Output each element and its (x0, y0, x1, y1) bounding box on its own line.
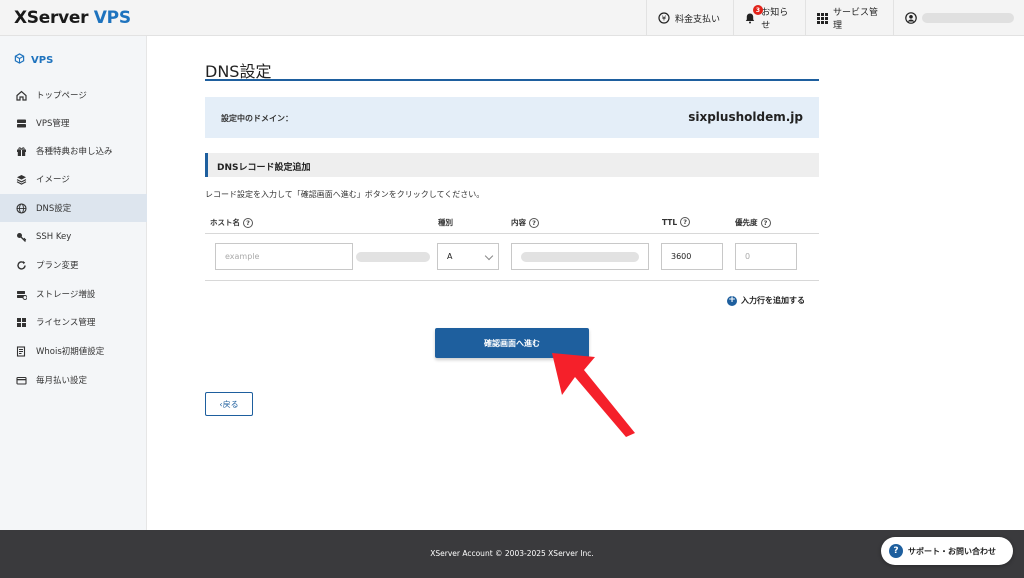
record-type-value: A (447, 252, 453, 261)
column-content: 内容 ? (511, 217, 539, 228)
logo-accent-text: VPS (93, 8, 131, 28)
globe-icon (16, 202, 27, 214)
logo-main-text: XServer (14, 8, 89, 28)
domain-suffix-redacted (356, 252, 430, 262)
svg-text:¥: ¥ (661, 15, 666, 23)
sidebar-item-label: 毎月払い設定 (36, 376, 88, 386)
sidebar-item-dns-settings[interactable]: DNS設定 (0, 194, 147, 222)
key-icon (16, 232, 27, 243)
notification-count-badge: 3 (753, 5, 763, 15)
back-label: 戻る (222, 399, 239, 409)
account-name-redacted (922, 13, 1014, 23)
title-underline (205, 79, 819, 81)
record-table-header: ホスト名 ? 種別 内容 ? TTL ? 優先度 ? (205, 212, 819, 234)
ttl-input[interactable]: 3600 (661, 243, 723, 270)
sidebar-item-vps-management[interactable]: VPS管理 (0, 109, 147, 137)
sidebar-item-ssh-key[interactable]: SSH Key (0, 223, 147, 251)
help-icon[interactable]: ? (243, 217, 253, 228)
refresh-icon (16, 260, 27, 271)
sidebar-item-label: ライセンス管理 (36, 318, 96, 328)
section-heading: DNSレコード設定追加 (205, 153, 819, 177)
service-management-menu[interactable]: サービス管理 (805, 0, 893, 36)
support-contact-button[interactable]: ? サポート・お問い合わせ (881, 537, 1013, 565)
record-type-select[interactable]: A (437, 243, 499, 270)
sidebar-item-label: Whois初期値設定 (36, 347, 105, 357)
back-button[interactable]: ‹ 戻る (205, 392, 253, 416)
sidebar-item-label: VPS管理 (36, 119, 70, 129)
sidebar-title[interactable]: VPS (14, 53, 53, 67)
record-input-row: example A 3600 0 (205, 234, 819, 281)
sidebar: VPS トップページ VPS管理 各種特典お申し込み イメージ DNS設定 SS… (0, 36, 147, 530)
sidebar-title-text: VPS (31, 54, 54, 66)
card-icon (16, 375, 27, 386)
top-header: XServer VPS ¥ 料金支払い 3 お知らせ サービス管理 (0, 0, 1024, 36)
grid-icon (816, 12, 828, 25)
section-title: DNSレコード設定追加 (217, 163, 311, 173)
yen-coin-icon: ¥ (657, 12, 670, 25)
account-menu[interactable] (893, 0, 1024, 36)
notice-label: お知らせ (761, 8, 789, 31)
sidebar-item-monthly-payment[interactable]: 毎月払い設定 (0, 366, 147, 394)
column-host: ホスト名 ? (210, 217, 253, 228)
xserver-vps-logo[interactable]: XServer VPS (14, 8, 131, 28)
sidebar-item-top-page[interactable]: トップページ (0, 81, 147, 109)
notifications-menu[interactable]: 3 お知らせ (733, 0, 805, 36)
help-icon[interactable]: ? (760, 217, 771, 228)
column-priority-label: 優先度 (735, 218, 758, 227)
column-priority: 優先度 ? (735, 217, 771, 228)
priority-input[interactable]: 0 (735, 243, 797, 270)
sidebar-item-label: トップページ (36, 91, 87, 101)
question-circle-icon: ? (889, 544, 903, 558)
column-ttl-label: TTL (662, 217, 678, 227)
sidebar-item-plan-change[interactable]: プラン変更 (0, 251, 147, 279)
sidebar-item-label: ストレージ増設 (36, 290, 96, 300)
red-pointer-arrow-icon (552, 353, 635, 437)
sidebar-item-license[interactable]: ライセンス管理 (0, 308, 147, 336)
current-domain-box: 設定中のドメイン： sixplusholdem.jp (205, 97, 819, 138)
plus-circle-icon: + (727, 295, 737, 306)
cube-icon (14, 53, 25, 67)
column-type-label: 種別 (438, 218, 453, 227)
service-label: サービス管理 (833, 8, 879, 31)
payment-label: 料金支払い (675, 14, 721, 25)
sidebar-item-label: イメージ (36, 175, 70, 185)
sidebar-item-label: プラン変更 (36, 261, 79, 271)
column-ttl: TTL ? (662, 217, 691, 227)
column-content-label: 内容 (511, 218, 526, 227)
storage-icon (16, 289, 27, 300)
user-avatar-icon (904, 12, 917, 25)
host-name-input[interactable]: example (215, 243, 353, 270)
domain-value: sixplusholdem.jp (688, 110, 803, 124)
chevron-down-icon (484, 251, 494, 261)
record-content-input[interactable] (511, 243, 649, 270)
sidebar-item-label: SSH Key (36, 232, 72, 242)
sidebar-item-whois[interactable]: Whois初期値設定 (0, 337, 147, 365)
server-icon (16, 118, 27, 129)
payment-menu[interactable]: ¥ 料金支払い (646, 0, 733, 36)
footer: XServer Account © 2003-2025 XServer Inc. (0, 530, 1024, 578)
gift-icon (16, 146, 27, 157)
instruction-text: レコード設定を入力して「確認画面へ進む」ボタンをクリックしてください。 (205, 190, 485, 199)
home-icon (16, 90, 27, 101)
add-input-row-link[interactable]: + 入力行を追加する (727, 295, 805, 306)
support-label: サポート・お問い合わせ (908, 546, 996, 556)
copyright-text: XServer Account © 2003-2025 XServer Inc. (430, 549, 594, 558)
sidebar-item-label: DNS設定 (36, 204, 72, 214)
add-row-label: 入力行を追加する (741, 296, 805, 305)
content-value-redacted (521, 251, 639, 262)
sidebar-item-label: 各種特典お申し込み (36, 147, 113, 157)
sidebar-item-image[interactable]: イメージ (0, 165, 147, 193)
document-icon (16, 345, 27, 357)
sidebar-item-storage[interactable]: ストレージ増設 (0, 280, 147, 308)
windows-icon (16, 317, 27, 328)
domain-label: 設定中のドメイン： (221, 114, 293, 123)
column-type: 種別 (438, 217, 453, 228)
column-host-label: ホスト名 (210, 218, 240, 227)
layers-icon (16, 174, 27, 185)
help-icon[interactable]: ? (680, 217, 691, 227)
sidebar-item-benefits[interactable]: 各種特典お申し込み (0, 137, 147, 165)
help-icon[interactable]: ? (529, 217, 539, 228)
